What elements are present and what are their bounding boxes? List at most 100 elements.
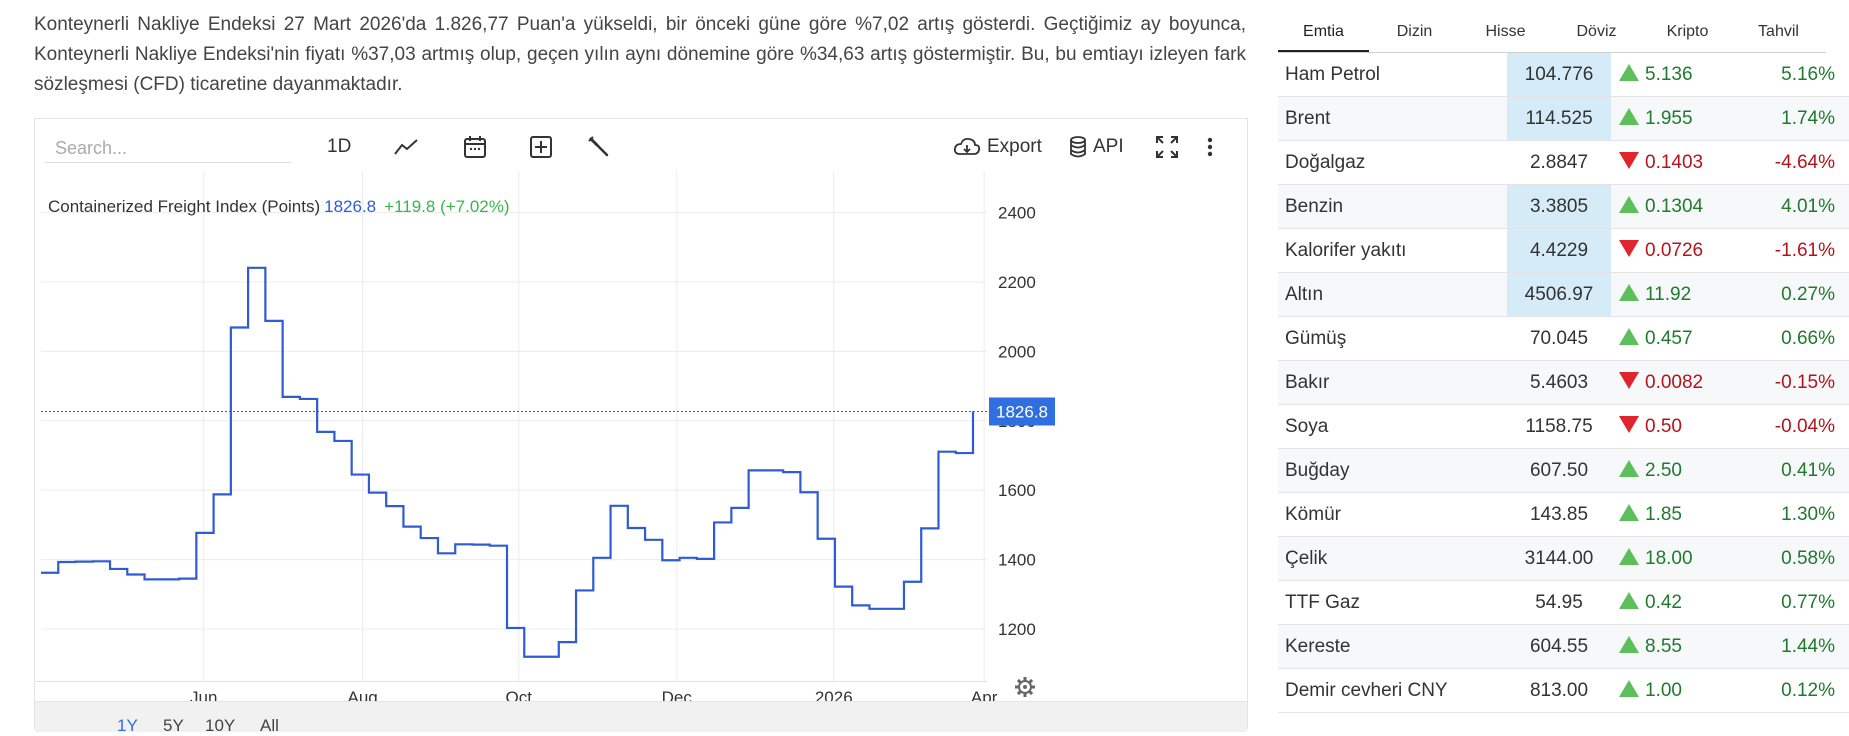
commodity-change: 0.0082 — [1611, 360, 1767, 405]
commodity-change-value: 0.50 — [1645, 415, 1682, 437]
commodity-link[interactable]: Benzin — [1285, 196, 1343, 217]
tab-hisse[interactable]: Hisse — [1460, 12, 1551, 52]
commodity-change-value: 11.92 — [1645, 283, 1692, 305]
commodity-price: 54.95 — [1507, 580, 1611, 625]
tab-tahvil[interactable]: Tahvil — [1733, 12, 1824, 52]
table-row[interactable]: Kalorifer yakıtı 4.4229 0.0726 -1.61% — [1278, 228, 1849, 273]
table-row[interactable]: Buğday 607.50 2.50 0.41% — [1278, 448, 1849, 493]
range-selector: 1Y 5Y 10Y All — [35, 701, 1247, 735]
table-row[interactable]: Soya 1158.75 0.50 -0.04% — [1278, 404, 1849, 449]
commodity-change-value: 0.0726 — [1645, 239, 1704, 261]
range-5y-button[interactable]: 5Y — [163, 716, 184, 736]
price-chart[interactable]: 2400220020001800160014001200JunAugOctDec… — [35, 171, 1247, 701]
commodity-link[interactable]: Doğalgaz — [1285, 152, 1365, 173]
commodity-link[interactable]: Soya — [1285, 416, 1328, 437]
commodity-price: 3144.00 — [1507, 536, 1611, 581]
plus-square-icon — [530, 136, 552, 158]
range-all-button[interactable]: All — [260, 716, 279, 736]
export-button[interactable]: Export — [953, 131, 1042, 163]
table-row[interactable]: TTF Gaz 54.95 0.42 0.77% — [1278, 580, 1849, 625]
table-row[interactable]: Çelik 3144.00 18.00 0.58% — [1278, 536, 1849, 581]
commodity-percent: -4.64% — [1767, 140, 1849, 185]
triangle-up-icon — [1619, 547, 1639, 565]
series-line — [41, 266, 975, 658]
commodity-link[interactable]: Demir cevheri CNY — [1285, 680, 1448, 701]
commodity-name: TTF Gaz — [1278, 580, 1507, 625]
commodity-price: 5.4603 — [1507, 360, 1611, 405]
commodity-name: Gümüş — [1278, 316, 1507, 361]
commodity-name: Brent — [1278, 96, 1507, 141]
compare-button[interactable] — [529, 131, 553, 163]
commodity-price: 1158.75 — [1507, 404, 1611, 449]
table-row[interactable]: Kereste 604.55 8.55 1.44% — [1278, 624, 1849, 669]
commodity-price: 4.4229 — [1507, 228, 1611, 273]
commodity-change-value: 5.136 — [1645, 63, 1693, 85]
commodity-link[interactable]: Kömür — [1285, 504, 1341, 525]
commodity-price: 604.55 — [1507, 624, 1611, 669]
commodity-link[interactable]: Gümüş — [1285, 328, 1346, 349]
commodity-link[interactable]: Bakır — [1285, 372, 1329, 393]
tab-emtia[interactable]: Emtia — [1278, 12, 1369, 52]
commodity-price: 813.00 — [1507, 668, 1611, 713]
commodity-link[interactable]: Brent — [1285, 108, 1330, 129]
table-row[interactable]: Bakır 5.4603 0.0082 -0.15% — [1278, 360, 1849, 405]
commodity-change: 5.136 — [1611, 53, 1767, 97]
commodity-link[interactable]: Altın — [1285, 284, 1323, 305]
table-row[interactable]: Benzin 3.3805 0.1304 4.01% — [1278, 184, 1849, 229]
legend-value: 1826.8 — [324, 197, 377, 216]
triangle-up-icon — [1619, 107, 1639, 125]
calendar-icon — [464, 136, 486, 158]
commodity-link[interactable]: Buğday — [1285, 460, 1349, 481]
commodity-percent: 1.74% — [1767, 96, 1849, 141]
triangle-down-icon — [1619, 151, 1639, 169]
interval-label: 1D — [327, 136, 352, 157]
commodity-price: 4506.97 — [1507, 272, 1611, 317]
commodity-change: 1.00 — [1611, 668, 1767, 713]
triangle-up-icon — [1619, 459, 1639, 477]
line-chart-icon — [394, 139, 418, 155]
table-row[interactable]: Altın 4506.97 11.92 0.27% — [1278, 272, 1849, 317]
market-tabs: Emtia Dizin Hisse Döviz Kripto Tahvil — [1278, 12, 1826, 53]
date-range-button[interactable] — [463, 131, 487, 163]
commodity-link[interactable]: Ham Petrol — [1285, 64, 1380, 85]
database-icon — [1070, 136, 1086, 158]
chart-type-button[interactable] — [393, 131, 419, 163]
settings-gear-icon[interactable] — [1015, 677, 1035, 697]
tab-kripto[interactable]: Kripto — [1642, 12, 1733, 52]
api-button[interactable]: API — [1069, 131, 1124, 163]
x-tick-label: Dec — [662, 688, 693, 701]
commodity-change: 11.92 — [1611, 272, 1767, 317]
commodity-change: 1.955 — [1611, 96, 1767, 141]
interval-button[interactable]: 1D — [327, 131, 351, 163]
y-tick-label: 1600 — [998, 481, 1036, 500]
commodity-link[interactable]: TTF Gaz — [1285, 592, 1360, 613]
commodity-change-value: 2.50 — [1645, 459, 1682, 481]
commodity-link[interactable]: Kalorifer yakıtı — [1285, 240, 1406, 261]
commodity-name: Soya — [1278, 404, 1507, 449]
range-10y-button[interactable]: 10Y — [205, 716, 235, 736]
indicators-button[interactable] — [587, 131, 611, 163]
triangle-down-icon — [1619, 371, 1639, 389]
table-row[interactable]: Gümüş 70.045 0.457 0.66% — [1278, 316, 1849, 361]
commodities-table: Ham Petrol 104.776 5.136 5.16% Brent 114.525 1… — [1278, 53, 1849, 713]
more-options-button[interactable] — [1205, 131, 1215, 163]
commodity-link[interactable]: Kereste — [1285, 636, 1350, 657]
commodity-name: Buğday — [1278, 448, 1507, 493]
commodity-name: Ham Petrol — [1278, 53, 1507, 97]
fullscreen-button[interactable] — [1155, 131, 1179, 163]
commodity-percent: 4.01% — [1767, 184, 1849, 229]
tab-doviz[interactable]: Döviz — [1551, 12, 1642, 52]
commodity-link[interactable]: Çelik — [1285, 548, 1327, 569]
range-1y-button[interactable]: 1Y — [117, 716, 138, 736]
table-row[interactable]: Ham Petrol 104.776 5.136 5.16% — [1278, 53, 1849, 97]
commodity-percent: 0.41% — [1767, 448, 1849, 493]
table-row[interactable]: Demir cevheri CNY 813.00 1.00 0.12% — [1278, 668, 1849, 713]
search-input[interactable] — [45, 135, 291, 163]
tab-dizin[interactable]: Dizin — [1369, 12, 1460, 52]
table-row[interactable]: Kömür 143.85 1.85 1.30% — [1278, 492, 1849, 537]
commodity-name: Demir cevheri CNY — [1278, 668, 1507, 713]
commodity-name: Bakır — [1278, 360, 1507, 405]
table-row[interactable]: Doğalgaz 2.8847 0.1403 -4.64% — [1278, 140, 1849, 185]
table-row[interactable]: Brent 114.525 1.955 1.74% — [1278, 96, 1849, 141]
x-tick-label: 2026 — [815, 688, 853, 701]
